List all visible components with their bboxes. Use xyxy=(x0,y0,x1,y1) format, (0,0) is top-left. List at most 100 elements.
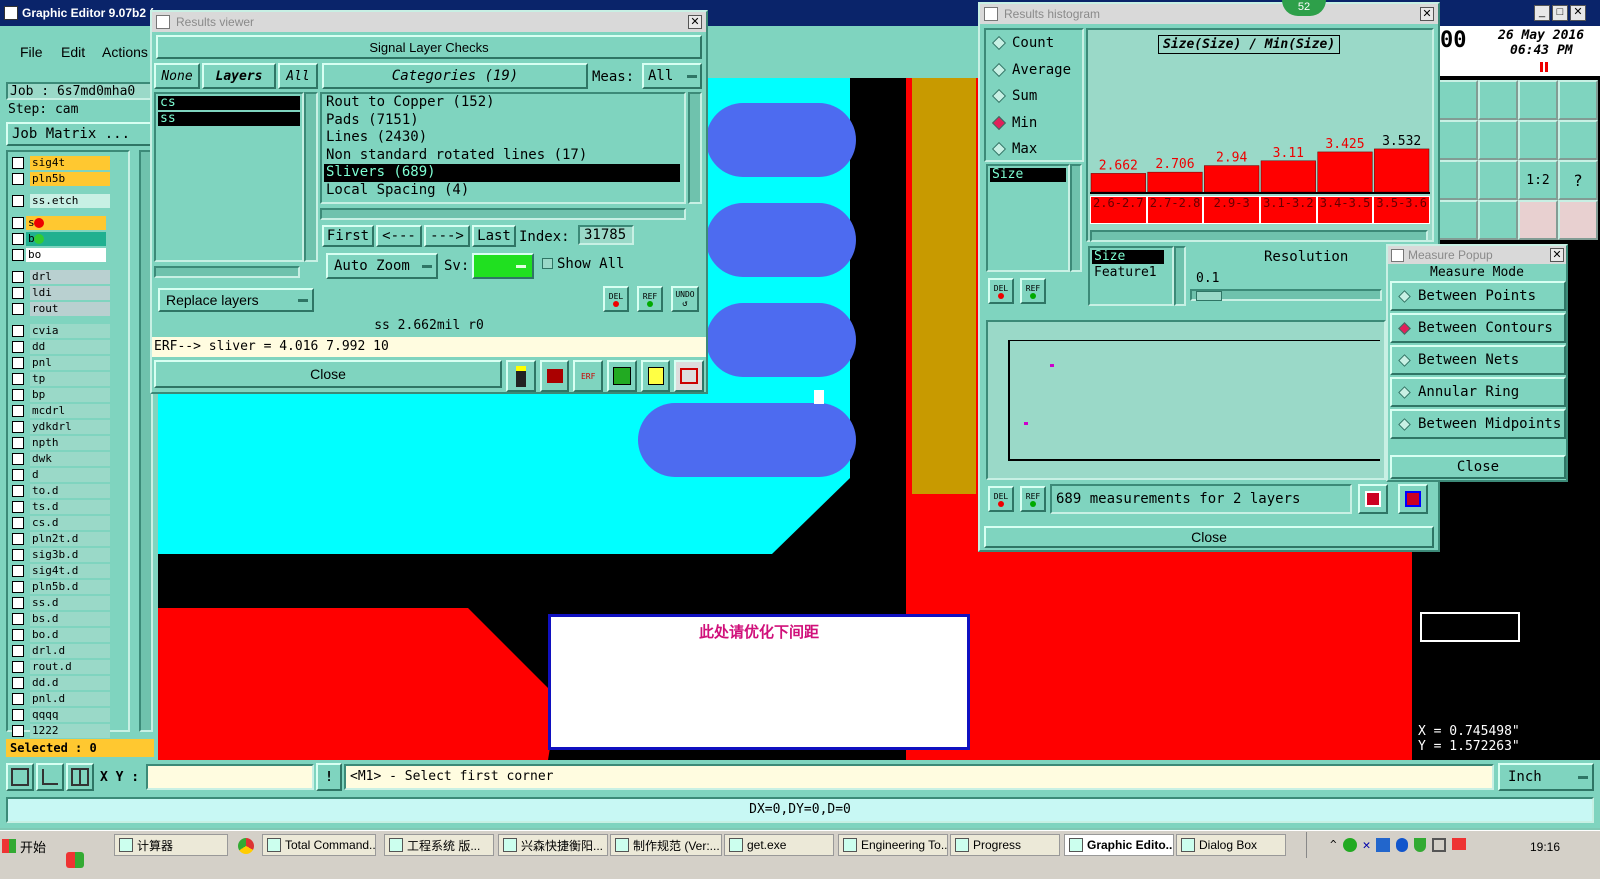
layer-row-drl-d[interactable]: drl.d xyxy=(8,644,110,658)
layer-row-ss-d[interactable]: ss.d xyxy=(8,596,110,610)
meas-dropdown[interactable]: All xyxy=(642,63,702,89)
categories-header[interactable]: Categories (19) xyxy=(322,63,588,89)
tray-x-icon[interactable]: ✕ xyxy=(1363,838,1371,854)
radio-diamond-icon[interactable] xyxy=(991,115,1007,130)
units-dropdown[interactable]: Inch xyxy=(1498,763,1594,791)
del-button[interactable]: DEL xyxy=(603,286,629,312)
save-down-icon[interactable] xyxy=(1478,80,1518,120)
layer-checkbox[interactable] xyxy=(12,565,24,577)
erf-icon[interactable]: ERF xyxy=(573,360,604,392)
category-item[interactable]: Local Spacing (4) xyxy=(324,182,680,200)
grid-tool-icon[interactable] xyxy=(66,763,94,791)
results-viewer-close-button[interactable]: Close xyxy=(154,360,502,388)
layer-checkbox[interactable] xyxy=(12,421,24,433)
icon-grid[interactable]: 1:2 ? xyxy=(1438,80,1598,240)
layer-row-dd-d[interactable]: dd.d xyxy=(8,676,110,690)
prev-button[interactable]: <--- xyxy=(376,225,422,247)
layer-checkbox[interactable] xyxy=(12,341,24,353)
layer-row-mcdrl[interactable]: mcdrl xyxy=(8,404,110,418)
statistic-option-max[interactable]: Max xyxy=(986,136,1082,163)
layer-checkbox[interactable] xyxy=(12,645,24,657)
attr-item-size[interactable]: Size xyxy=(1092,250,1164,264)
all-button[interactable]: All xyxy=(278,63,318,89)
layer-row-cvia[interactable]: cvia xyxy=(8,324,110,338)
mirror-icon[interactable] xyxy=(1518,120,1558,160)
tray-icons[interactable]: ^ ✕ xyxy=(1330,838,1510,854)
attribute-vscroll[interactable] xyxy=(1070,164,1082,272)
measure-popup-close-button[interactable]: Close xyxy=(1390,455,1566,479)
statistic-option-sum[interactable]: Sum xyxy=(986,83,1082,110)
layer-row-dwk[interactable]: dwk xyxy=(8,452,110,466)
statistic-option-count[interactable]: Count xyxy=(986,30,1082,57)
first-button[interactable]: First xyxy=(322,225,374,247)
preview-ref-button[interactable]: REF xyxy=(1020,486,1046,512)
radio-diamond-icon[interactable] xyxy=(1398,289,1411,303)
next-button[interactable]: ---> xyxy=(424,225,470,247)
grid-icon[interactable] xyxy=(1558,80,1598,120)
record-icon[interactable] xyxy=(539,360,570,392)
layer-row-tp[interactable]: tp xyxy=(8,372,110,386)
chevron-up-icon[interactable]: ^ xyxy=(1330,838,1337,854)
xy-input[interactable] xyxy=(146,764,314,790)
layers-hscroll[interactable] xyxy=(154,266,300,278)
home-icon[interactable] xyxy=(1518,80,1558,120)
layer-row-ydkdrl[interactable]: ydkdrl xyxy=(8,420,110,434)
tray-icon[interactable] xyxy=(1342,838,1357,852)
radio-diamond-icon[interactable] xyxy=(1398,353,1411,367)
radio-diamond-icon[interactable] xyxy=(1398,385,1411,399)
layer-checkbox[interactable] xyxy=(12,287,24,299)
layer-row-npth[interactable]: npth xyxy=(8,436,110,450)
histogram-hscroll[interactable] xyxy=(1090,230,1428,242)
menu-actions[interactable]: Actions xyxy=(102,44,148,60)
tool-icon[interactable] xyxy=(1438,200,1478,240)
histogram-icon[interactable] xyxy=(674,360,705,392)
layer-checkbox[interactable] xyxy=(12,453,24,465)
measure-mode-option[interactable]: Between Midpoints xyxy=(1390,409,1566,439)
layer-row-qqqq[interactable]: qqqq xyxy=(8,708,110,722)
layer-checkbox[interactable] xyxy=(12,389,24,401)
help-icon[interactable]: ? xyxy=(1558,160,1598,200)
shield-icon[interactable] xyxy=(1414,838,1427,852)
histogram-close-icon[interactable]: ✕ xyxy=(1420,7,1434,21)
radio-diamond-icon[interactable] xyxy=(991,142,1007,157)
layer-checkbox[interactable] xyxy=(12,629,24,641)
layer-row-rout-d[interactable]: rout.d xyxy=(8,660,110,674)
layer-row-rout[interactable]: rout xyxy=(8,302,110,316)
layer-checkbox[interactable] xyxy=(12,233,24,245)
snap-icon[interactable] xyxy=(1478,120,1518,160)
slider-thumb[interactable] xyxy=(1196,291,1222,301)
network-icon[interactable] xyxy=(1432,838,1447,852)
radio-diamond-icon[interactable] xyxy=(1398,417,1411,431)
layer-checkbox[interactable] xyxy=(12,249,24,261)
layer-tool-icon[interactable] xyxy=(506,360,536,392)
layer-checkbox[interactable] xyxy=(12,597,24,609)
bluetooth-icon[interactable] xyxy=(1396,838,1409,852)
layer-row-dd[interactable]: dd xyxy=(8,340,110,354)
menu-file[interactable]: File xyxy=(20,44,43,60)
report-icon[interactable] xyxy=(640,360,671,392)
layer-checkbox[interactable] xyxy=(12,581,24,593)
layer-checkbox[interactable] xyxy=(12,533,24,545)
index-field[interactable]: 31785 xyxy=(578,225,634,245)
layer-row-ss[interactable]: ss xyxy=(8,216,106,230)
undo-button[interactable]: UNDO ↺ xyxy=(671,286,699,312)
taskbar-item[interactable]: 计算器 xyxy=(114,834,228,856)
measure-mode-option[interactable]: Annular Ring xyxy=(1390,377,1566,407)
tray-icon[interactable] xyxy=(1376,838,1391,852)
category-item[interactable]: Lines (2430) xyxy=(324,129,680,147)
layer-checkbox[interactable] xyxy=(12,693,24,705)
layer-checkbox[interactable] xyxy=(12,485,24,497)
layer-checkbox[interactable] xyxy=(12,517,24,529)
layer-row-sig3b-d[interactable]: sig3b.d xyxy=(8,548,110,562)
layer-checkbox[interactable] xyxy=(12,217,24,229)
layer-row-cs-d[interactable]: cs.d xyxy=(8,516,110,530)
job-matrix-button[interactable]: Job Matrix ... xyxy=(6,122,154,146)
layer-checkbox[interactable] xyxy=(12,357,24,369)
taskbar-item[interactable]: Progress xyxy=(950,834,1060,856)
tool-icon[interactable] xyxy=(1438,160,1478,200)
taskbar-item[interactable]: Dialog Box xyxy=(1176,834,1286,856)
result-layer-ss[interactable]: ss xyxy=(158,112,300,126)
hist-del-button[interactable]: DEL xyxy=(988,278,1014,304)
route-icon[interactable] xyxy=(1558,120,1598,160)
minimize-icon[interactable]: _ xyxy=(1534,5,1550,21)
